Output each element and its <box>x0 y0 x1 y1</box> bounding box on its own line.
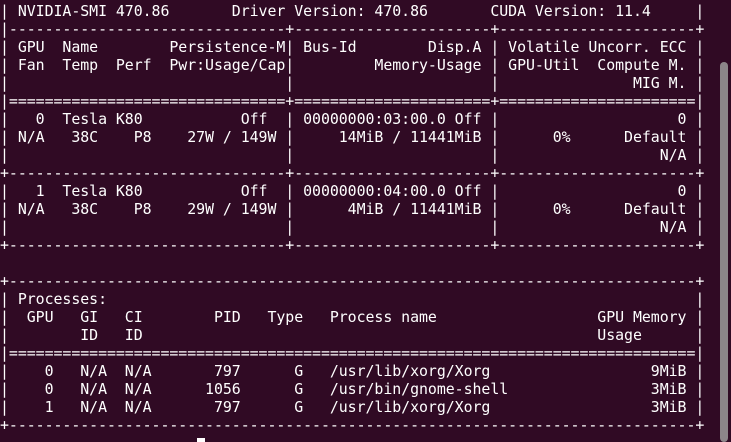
terminal-line: +---------------------------------------… <box>0 416 705 434</box>
terminal-line: | 1 N/A N/A 797 G /usr/lib/xorg/Xorg 3Mi… <box>0 398 705 416</box>
terminal-line: +---------------------------------------… <box>0 272 705 290</box>
terminal-line: | 0 N/A N/A 1056 G /usr/bin/gnome-shell … <box>0 380 705 398</box>
terminal-line: | NVIDIA-SMI 470.86 Driver Version: 470.… <box>0 2 705 20</box>
terminal-line: |===============================+=======… <box>0 92 705 110</box>
terminal-line: | Fan Temp Perf Pwr:Usage/Cap| Memory-Us… <box>0 56 705 74</box>
terminal-line: +-------------------------------+-------… <box>0 164 705 182</box>
terminal-line: | 0 Tesla K80 Off | 00000000:03:00.0 Off… <box>0 110 705 128</box>
scrollbar-thumb[interactable] <box>720 62 728 442</box>
terminal-line: | N/A 38C P8 27W / 149W | 14MiB / 11441M… <box>0 128 705 146</box>
terminal-line: | 1 Tesla K80 Off | 00000000:04:00.0 Off… <box>0 182 705 200</box>
terminal-line: |-------------------------------+-------… <box>0 20 705 38</box>
terminal-line: | GPU Name Persistence-M| Bus-Id Disp.A … <box>0 38 705 56</box>
text-cursor <box>197 438 205 442</box>
terminal-window[interactable]: | NVIDIA-SMI 470.86 Driver Version: 470.… <box>0 0 717 442</box>
terminal-line: | | | MIG M. | <box>0 74 705 92</box>
terminal-line: |=======================================… <box>0 344 705 362</box>
terminal-line: | ID ID Usage | <box>0 326 705 344</box>
terminal-line: +-------------------------------+-------… <box>0 236 705 254</box>
terminal-line: | 0 N/A N/A 797 G /usr/lib/xorg/Xorg 9Mi… <box>0 362 705 380</box>
terminal-line: | N/A 38C P8 29W / 149W | 4MiB / 11441Mi… <box>0 200 705 218</box>
terminal-output: | NVIDIA-SMI 470.86 Driver Version: 470.… <box>0 2 704 434</box>
terminal-line: | | | N/A | <box>0 146 705 164</box>
terminal-line: | | | N/A | <box>0 218 705 236</box>
terminal-line: | Processes: | <box>0 290 705 308</box>
terminal-line: | GPU GI CI PID Type Process name GPU Me… <box>0 308 705 326</box>
terminal-scrollbar[interactable] <box>717 0 731 442</box>
